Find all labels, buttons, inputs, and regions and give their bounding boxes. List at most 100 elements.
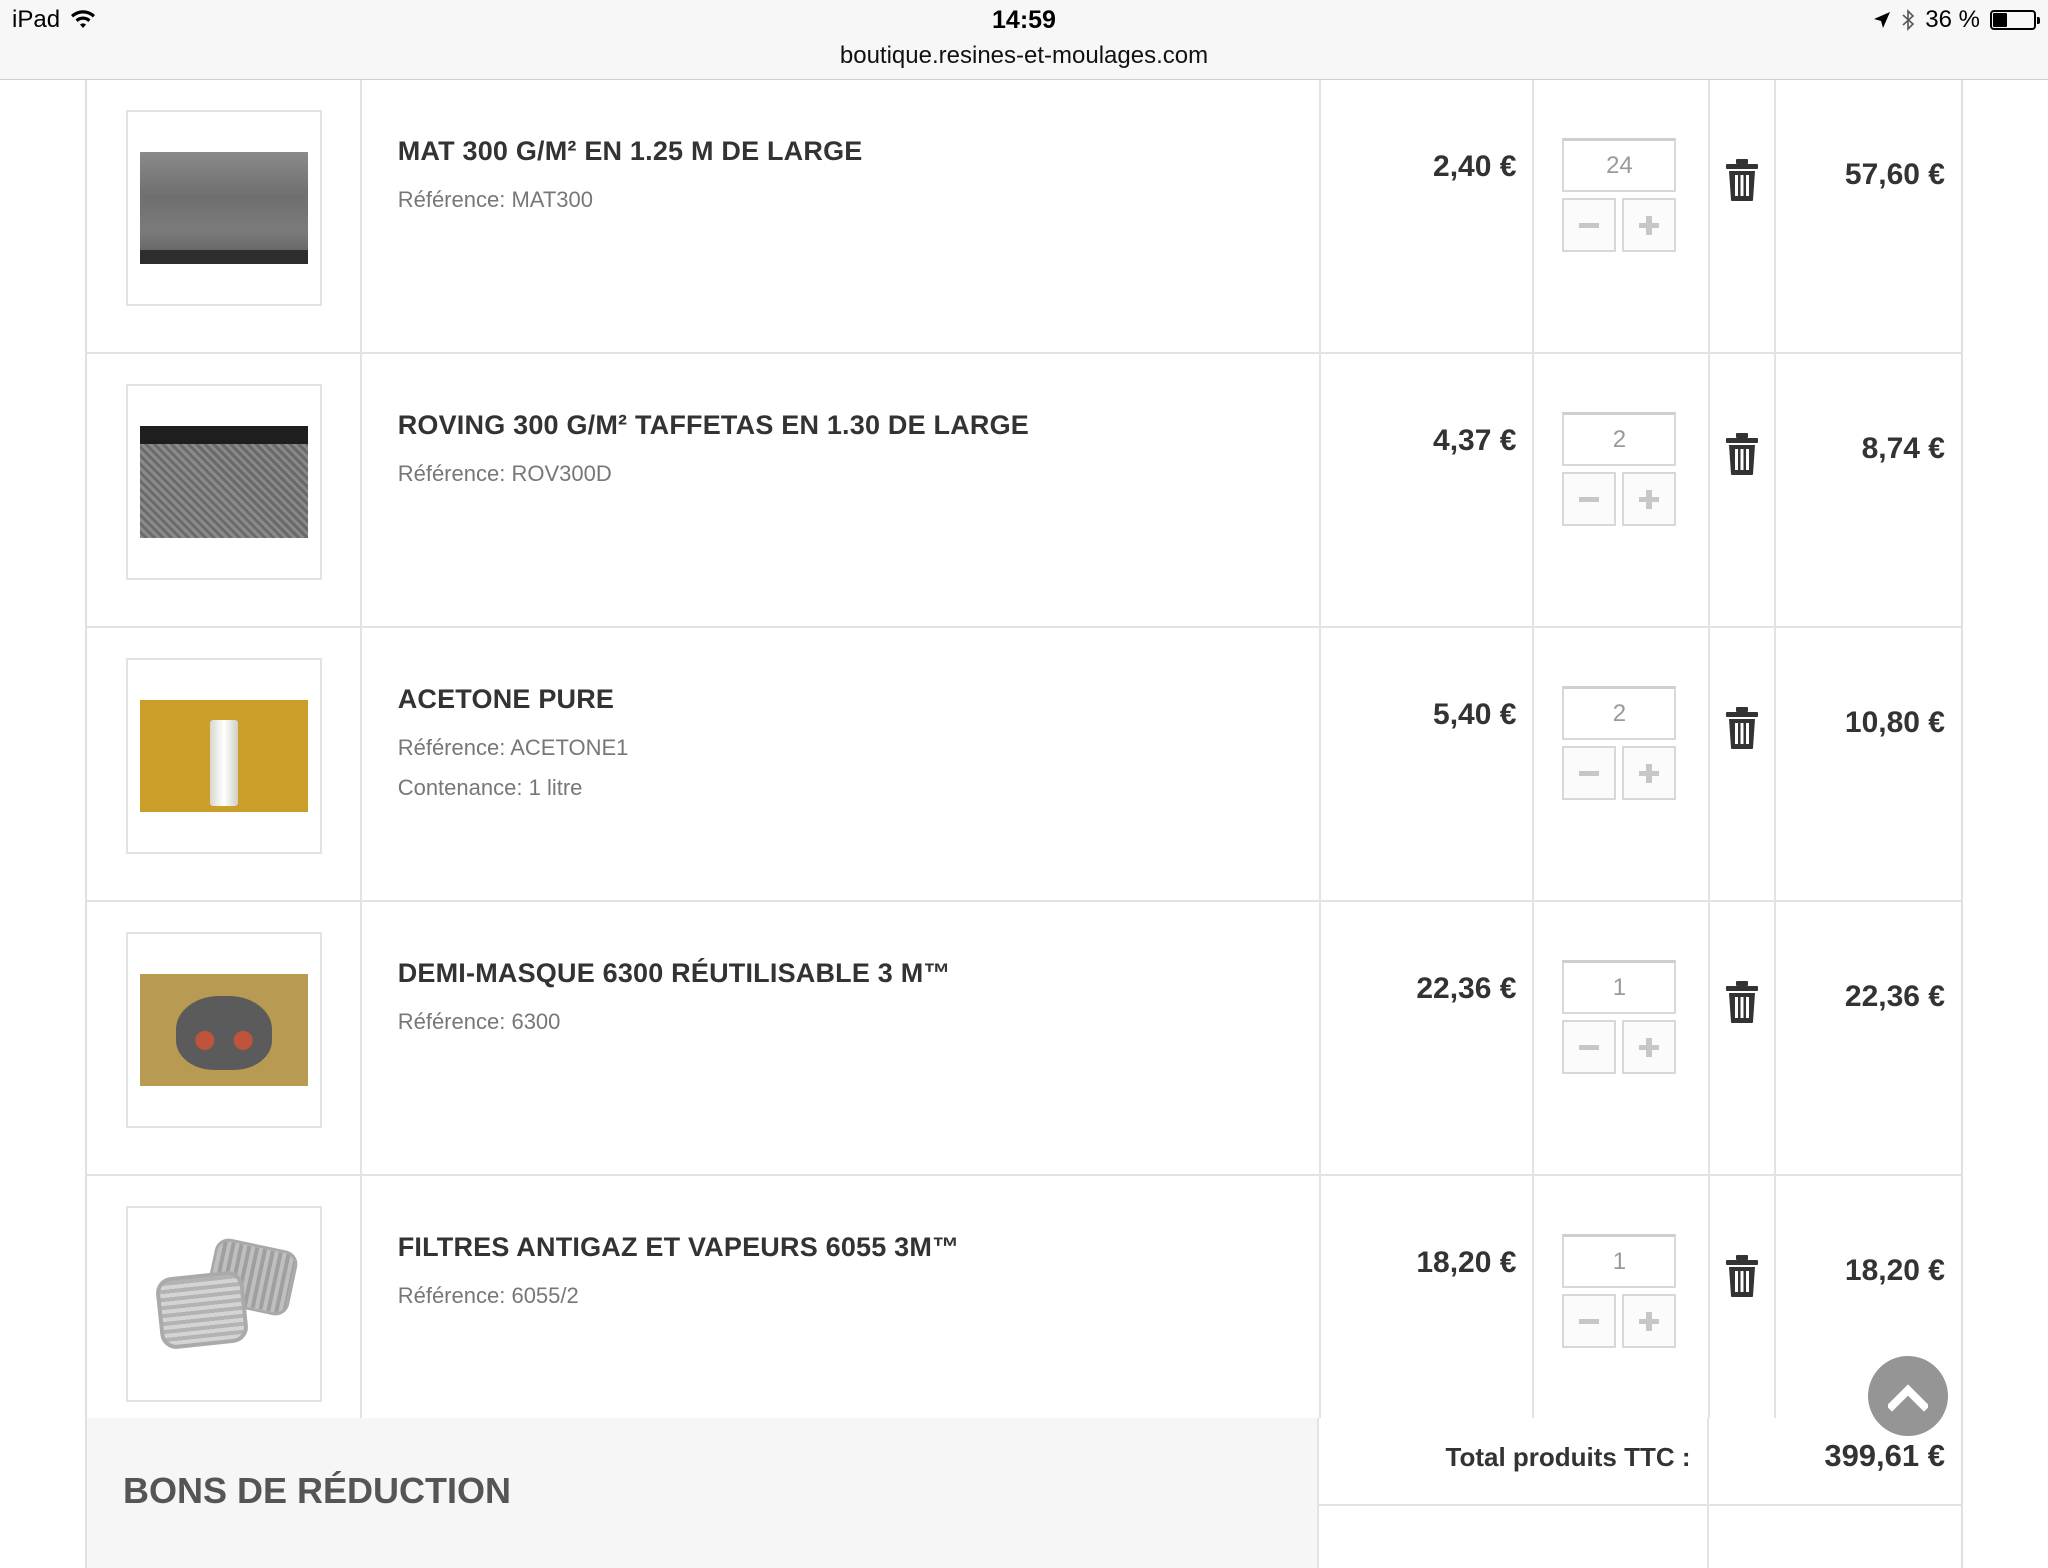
product-thumbnail[interactable] [126, 658, 322, 854]
quantity-cell: 2 [1534, 354, 1711, 626]
delete-cell [1710, 902, 1777, 1174]
minus-icon [1579, 497, 1600, 502]
product-description-cell: MAT 300 G/M² EN 1.25 M DE LARGE Référenc… [362, 80, 1321, 352]
product-title[interactable]: DEMI-MASQUE 6300 RÉUTILISABLE 3 M™ [398, 958, 951, 989]
location-arrow-icon [1874, 12, 1891, 28]
minus-icon [1579, 223, 1600, 228]
url-bar[interactable]: boutique.resines-et-moulages.com [0, 42, 2048, 70]
unit-price-cell: 4,37 € [1321, 354, 1535, 626]
scroll-to-top-button[interactable] [1868, 1356, 1948, 1436]
product-title[interactable]: ROVING 300 G/M² TAFFETAS EN 1.30 DE LARG… [398, 410, 1029, 441]
product-description-cell: ACETONE PURE Référence: ACETONE1 Contena… [362, 628, 1321, 900]
product-image-cell [87, 354, 362, 626]
reference-value: 6300 [511, 1009, 561, 1034]
quantity-input[interactable]: 1 [1562, 1234, 1677, 1288]
product-image[interactable] [140, 1238, 308, 1350]
battery-percent: 36 % [1925, 6, 1980, 33]
quantity-increase-button[interactable] [1622, 746, 1677, 800]
quantity-input[interactable]: 1 [1562, 960, 1677, 1014]
trash-icon[interactable] [1724, 432, 1760, 476]
delete-cell [1710, 628, 1777, 900]
product-reference: Référence: ROV300D [398, 461, 612, 487]
plus-icon-vertical [1646, 764, 1653, 783]
line-total: 8,74 € [1861, 432, 1945, 465]
line-total-cell: 10,80 € [1776, 628, 1961, 900]
trash-icon[interactable] [1724, 158, 1760, 202]
product-image[interactable] [140, 700, 308, 812]
line-total-cell: 57,60 € [1776, 80, 1961, 352]
vouchers-heading: BONS DE RÉDUCTION [123, 1470, 512, 1511]
quantity-decrease-button[interactable] [1562, 198, 1617, 252]
line-total: 18,20 € [1844, 1254, 1945, 1287]
reference-value: ACETONE1 [510, 735, 629, 760]
unit-price-cell: 2,40 € [1321, 80, 1535, 352]
product-title[interactable]: MAT 300 G/M² EN 1.25 M DE LARGE [398, 136, 863, 167]
line-total: 57,60 € [1844, 158, 1945, 191]
battery-icon [1990, 10, 2040, 30]
browser-status-bar: iPad 14:59 boutique.resines-et-moulages.… [0, 0, 2048, 80]
chevron-up-icon [1888, 1384, 1928, 1412]
product-image[interactable] [140, 152, 308, 264]
attribute-value: 1 litre [528, 775, 583, 800]
product-reference: Référence: 6055/2 [398, 1283, 579, 1309]
plus-icon-vertical [1646, 490, 1653, 509]
reference-label: Référence: [397, 1009, 506, 1034]
product-image[interactable] [140, 426, 308, 538]
quantity-input[interactable]: 2 [1562, 686, 1677, 740]
plus-icon-vertical [1646, 1312, 1653, 1331]
quantity-decrease-button[interactable] [1562, 746, 1617, 800]
quantity-input[interactable]: 2 [1562, 412, 1677, 466]
trash-icon[interactable] [1724, 980, 1760, 1024]
unit-price-cell: 22,36 € [1321, 902, 1535, 1174]
product-reference: Référence: 6300 [398, 1009, 561, 1035]
product-title[interactable]: ACETONE PURE [398, 684, 614, 715]
total-products-label: Total produits TTC : [1445, 1442, 1691, 1472]
reference-value: ROV300D [511, 461, 612, 486]
unit-price: 22,36 € [1416, 972, 1517, 1005]
quantity-cell: 1 [1534, 902, 1711, 1174]
product-reference: Référence: MAT300 [398, 187, 593, 213]
plus-icon-vertical [1646, 1038, 1653, 1057]
quantity-decrease-button[interactable] [1562, 1020, 1617, 1074]
cart-table: MAT 300 G/M² EN 1.25 M DE LARGE Référenc… [85, 80, 1963, 1450]
quantity-cell: 24 [1534, 80, 1711, 352]
quantity-cell: 1 [1534, 1176, 1711, 1448]
reference-label: Référence: [397, 461, 506, 486]
delete-cell [1710, 80, 1777, 352]
cart-row: ACETONE PURE Référence: ACETONE1 Contena… [87, 628, 1961, 902]
cart-row: FILTRES ANTIGAZ ET VAPEURS 6055 3M™ Réfé… [87, 1176, 1961, 1450]
vouchers-section: BONS DE RÉDUCTION [87, 1418, 1320, 1568]
product-image[interactable] [140, 974, 308, 1086]
minus-icon [1579, 1045, 1600, 1050]
bluetooth-icon [1902, 9, 1915, 31]
product-thumbnail[interactable] [126, 110, 322, 306]
product-thumbnail[interactable] [126, 384, 322, 580]
clock: 14:59 [992, 6, 1056, 34]
product-thumbnail[interactable] [126, 932, 322, 1128]
quantity-increase-button[interactable] [1622, 472, 1677, 526]
quantity-increase-button[interactable] [1622, 1294, 1677, 1348]
product-attribute: Contenance: 1 litre [398, 775, 583, 801]
cart-row: ROVING 300 G/M² TAFFETAS EN 1.30 DE LARG… [87, 354, 1961, 628]
product-title[interactable]: FILTRES ANTIGAZ ET VAPEURS 6055 3M™ [398, 1232, 960, 1263]
quantity-decrease-button[interactable] [1562, 1294, 1617, 1348]
product-reference: Référence: ACETONE1 [398, 735, 629, 761]
product-image-cell [87, 1176, 362, 1448]
delete-cell [1710, 1176, 1777, 1448]
quantity-increase-button[interactable] [1622, 198, 1677, 252]
trash-icon[interactable] [1724, 1254, 1760, 1298]
trash-icon[interactable] [1724, 706, 1760, 750]
divider [1319, 1504, 1707, 1506]
status-right: 36 % [1873, 6, 2040, 34]
quantity-decrease-button[interactable] [1562, 472, 1617, 526]
line-total: 10,80 € [1844, 706, 1945, 739]
reference-label: Référence: [397, 1283, 506, 1308]
battery-level [1993, 13, 2008, 27]
product-thumbnail[interactable] [126, 1206, 322, 1402]
quantity-increase-button[interactable] [1622, 1020, 1677, 1074]
product-description-cell: ROVING 300 G/M² TAFFETAS EN 1.30 DE LARG… [362, 354, 1321, 626]
fabric-edge [140, 426, 308, 444]
minus-icon [1579, 1319, 1600, 1324]
quantity-input[interactable]: 24 [1562, 138, 1677, 192]
product-image-cell [87, 80, 362, 352]
